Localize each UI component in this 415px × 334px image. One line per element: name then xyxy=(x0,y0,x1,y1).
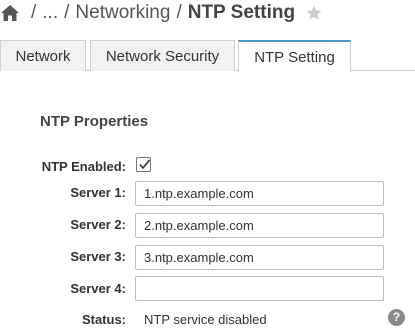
section-title: NTP Properties xyxy=(40,113,149,130)
breadcrumb-separator: / xyxy=(176,2,182,23)
tab-bar: Network Network Security NTP Setting xyxy=(0,40,415,72)
server-1-field[interactable] xyxy=(135,181,384,206)
server-1-label: Server 1: xyxy=(70,185,126,200)
server-2-label: Server 2: xyxy=(70,217,126,232)
ntp-enabled-label: NTP Enabled: xyxy=(41,159,126,174)
ntp-enabled-checkbox[interactable] xyxy=(136,157,151,172)
server-3-label: Server 3: xyxy=(70,249,126,264)
breadcrumb-separator: / xyxy=(31,2,37,23)
server-2-field[interactable] xyxy=(135,213,384,238)
server-4-label: Server 4: xyxy=(70,281,126,296)
star-icon[interactable] xyxy=(305,4,323,22)
breadcrumb-ellipsis[interactable]: ... xyxy=(42,2,58,24)
status-value: NTP service disabled xyxy=(144,312,267,327)
status-label: Status: xyxy=(81,312,126,327)
page-title: NTP Setting xyxy=(187,2,296,23)
tab-ntp-setting[interactable]: NTP Setting xyxy=(238,40,351,72)
checkmark-icon xyxy=(139,159,151,170)
home-icon[interactable] xyxy=(0,3,20,23)
help-icon[interactable]: ? xyxy=(388,309,405,326)
server-4-field[interactable] xyxy=(135,276,384,301)
breadcrumb-networking[interactable]: Networking xyxy=(75,2,170,24)
tab-network-security[interactable]: Network Security xyxy=(90,40,235,71)
breadcrumb-separator: / xyxy=(64,2,70,23)
tab-network[interactable]: Network xyxy=(0,40,86,71)
server-3-field[interactable] xyxy=(135,245,384,270)
breadcrumb: / ... / Networking / NTP Setting xyxy=(0,0,415,26)
